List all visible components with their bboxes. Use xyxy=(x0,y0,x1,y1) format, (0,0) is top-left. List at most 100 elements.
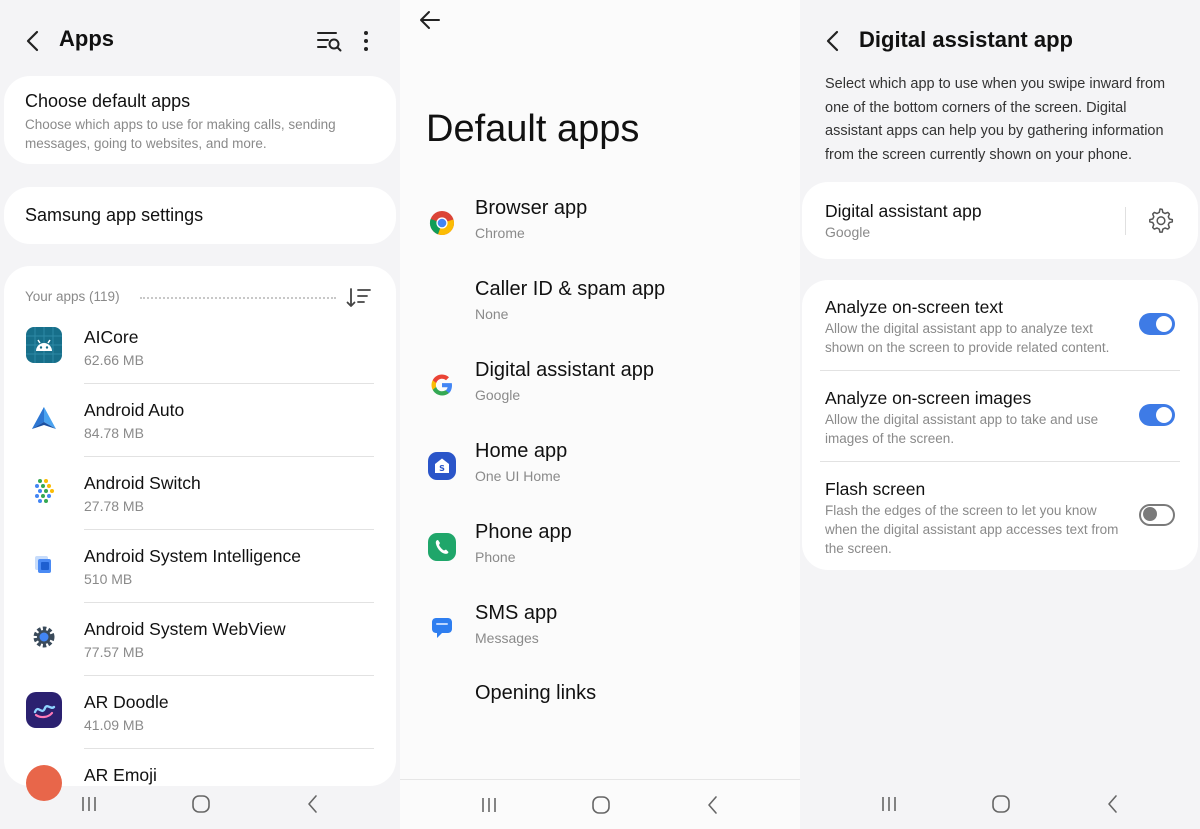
phone-app-item[interactable]: Phone app Phone xyxy=(400,511,800,583)
app-list-item[interactable]: AICore 62.66 MB xyxy=(4,311,396,384)
navigation-bar xyxy=(800,779,1200,829)
ar-doodle-icon xyxy=(26,692,62,728)
home-icon[interactable] xyxy=(588,792,614,818)
one-ui-home-icon: S xyxy=(428,452,456,480)
svg-text:S: S xyxy=(439,464,445,473)
digital-assistant-selector[interactable]: Digital assistant app Google xyxy=(802,182,1198,259)
your-apps-card: Your apps (119) AICore 62.66 MB Android … xyxy=(4,266,396,801)
divider xyxy=(140,297,336,299)
app-size: 510 MB xyxy=(84,571,133,587)
app-name: Android Switch xyxy=(84,473,201,493)
setting-description: Flash the edges of the screen to let you… xyxy=(825,503,1119,556)
apps-screen: Apps Choose default apps Choose which ap… xyxy=(0,0,400,829)
flash-screen-setting[interactable]: Flash screen Flash the edges of the scre… xyxy=(802,462,1198,556)
back-nav-icon[interactable] xyxy=(700,792,726,818)
app-size: 62.66 MB xyxy=(84,352,144,368)
app-list-item[interactable]: Android Auto 84.78 MB xyxy=(4,384,396,457)
android-system-intelligence-icon xyxy=(26,546,62,582)
item-value: Chrome xyxy=(475,225,525,241)
messages-icon xyxy=(432,618,452,638)
setting-title: Analyze on-screen text xyxy=(825,297,1004,317)
setting-description: Allow the digital assistant app to take … xyxy=(825,412,1099,446)
navigation-bar xyxy=(0,779,400,829)
app-name: Android System Intelligence xyxy=(84,546,301,566)
app-size: 77.57 MB xyxy=(84,644,144,660)
description-text: Select which app to use when you swipe i… xyxy=(825,76,1166,163)
item-value: Google xyxy=(475,387,521,403)
analyze-images-toggle[interactable] xyxy=(1139,404,1175,426)
setting-title: Flash screen xyxy=(825,479,926,499)
samsung-app-settings-label: Samsung app settings xyxy=(25,205,204,225)
home-app-item[interactable]: S Home app One UI Home xyxy=(400,430,800,502)
choose-default-apps-subtitle: Choose which apps to use for making call… xyxy=(25,117,336,151)
samsung-app-settings-card[interactable]: Samsung app settings xyxy=(4,187,396,244)
item-value: One UI Home xyxy=(475,468,561,484)
google-icon xyxy=(431,374,452,396)
more-options-icon[interactable] xyxy=(354,28,378,54)
analyze-on-screen-text-setting[interactable]: Analyze on-screen text Allow the digital… xyxy=(802,280,1198,371)
item-value: None xyxy=(475,306,509,322)
divider xyxy=(1125,207,1126,235)
recents-icon[interactable] xyxy=(876,791,902,817)
item-title: Browser app xyxy=(475,197,588,219)
item-value: Phone xyxy=(475,549,516,565)
digital-assistant-screen: Digital assistant app Select which app t… xyxy=(800,0,1200,829)
filter-search-icon[interactable] xyxy=(316,29,342,53)
item-title: SMS app xyxy=(475,602,558,624)
back-nav-icon[interactable] xyxy=(300,791,326,817)
choose-default-apps-card[interactable]: Choose default apps Choose which apps to… xyxy=(4,76,396,164)
back-arrow-icon[interactable] xyxy=(418,9,442,31)
home-icon[interactable] xyxy=(988,791,1014,817)
app-list-item[interactable]: Android System WebView 77.57 MB xyxy=(4,603,396,676)
digital-assistant-app-item[interactable]: Digital assistant app Google xyxy=(400,349,800,421)
app-name: AR Doodle xyxy=(84,692,169,712)
app-list-item[interactable]: AR Doodle 41.09 MB xyxy=(4,676,396,749)
webview-icon xyxy=(26,619,62,655)
back-nav-icon[interactable] xyxy=(1100,791,1126,817)
default-apps-screen: Default apps Browser app Chrome Caller I… xyxy=(400,0,800,829)
browser-app-item[interactable]: Browser app Chrome xyxy=(400,187,800,259)
phone-icon xyxy=(428,533,456,561)
page-title: Default apps xyxy=(426,108,640,150)
item-title: Home app xyxy=(475,440,568,462)
setting-title: Analyze on-screen images xyxy=(825,388,1032,408)
navigation-bar xyxy=(400,779,800,829)
digital-assistant-value: Google xyxy=(825,224,871,240)
assistant-options-card: Analyze on-screen text Allow the digital… xyxy=(802,280,1198,570)
sort-icon[interactable] xyxy=(346,287,372,309)
chrome-icon xyxy=(429,211,455,235)
app-size: 84.78 MB xyxy=(84,425,144,441)
app-name: Android Auto xyxy=(84,400,185,420)
item-title: Digital assistant app xyxy=(475,359,654,381)
app-size: 41.09 MB xyxy=(84,717,144,733)
your-apps-label: Your apps (119) xyxy=(25,289,120,304)
digital-assistant-title: Digital assistant app xyxy=(825,201,982,221)
app-list-item[interactable]: Android System Intelligence 510 MB xyxy=(4,530,396,603)
analyze-text-toggle[interactable] xyxy=(1139,313,1175,335)
app-list-item[interactable]: Android Switch 27.78 MB xyxy=(4,457,396,530)
android-switch-icon xyxy=(26,473,62,509)
app-name: Android System WebView xyxy=(84,619,286,639)
gear-icon[interactable] xyxy=(1146,206,1174,234)
sms-app-item[interactable]: SMS app Messages xyxy=(400,592,800,664)
item-title: Phone app xyxy=(475,521,572,543)
analyze-on-screen-images-setting[interactable]: Analyze on-screen images Allow the digit… xyxy=(802,371,1198,462)
setting-description: Allow the digital assistant app to analy… xyxy=(825,321,1110,355)
back-arrow-icon[interactable] xyxy=(822,28,844,54)
page-title: Digital assistant app xyxy=(859,27,1073,52)
page-title: Apps xyxy=(59,26,114,51)
flash-screen-toggle[interactable] xyxy=(1139,504,1175,526)
home-icon[interactable] xyxy=(188,791,214,817)
opening-links-item[interactable]: Opening links xyxy=(400,672,800,744)
item-value: Messages xyxy=(475,630,539,646)
item-title: Opening links xyxy=(475,682,597,704)
caller-id-spam-app-item[interactable]: Caller ID & spam app None xyxy=(400,268,800,340)
recents-icon[interactable] xyxy=(476,792,502,818)
apps-header: Apps xyxy=(0,0,400,82)
choose-default-apps-title: Choose default apps xyxy=(25,91,191,111)
app-name: AICore xyxy=(84,327,139,347)
aicore-icon xyxy=(26,327,62,363)
recents-icon[interactable] xyxy=(76,791,102,817)
item-title: Caller ID & spam app xyxy=(475,278,666,300)
back-arrow-icon[interactable] xyxy=(22,28,44,54)
